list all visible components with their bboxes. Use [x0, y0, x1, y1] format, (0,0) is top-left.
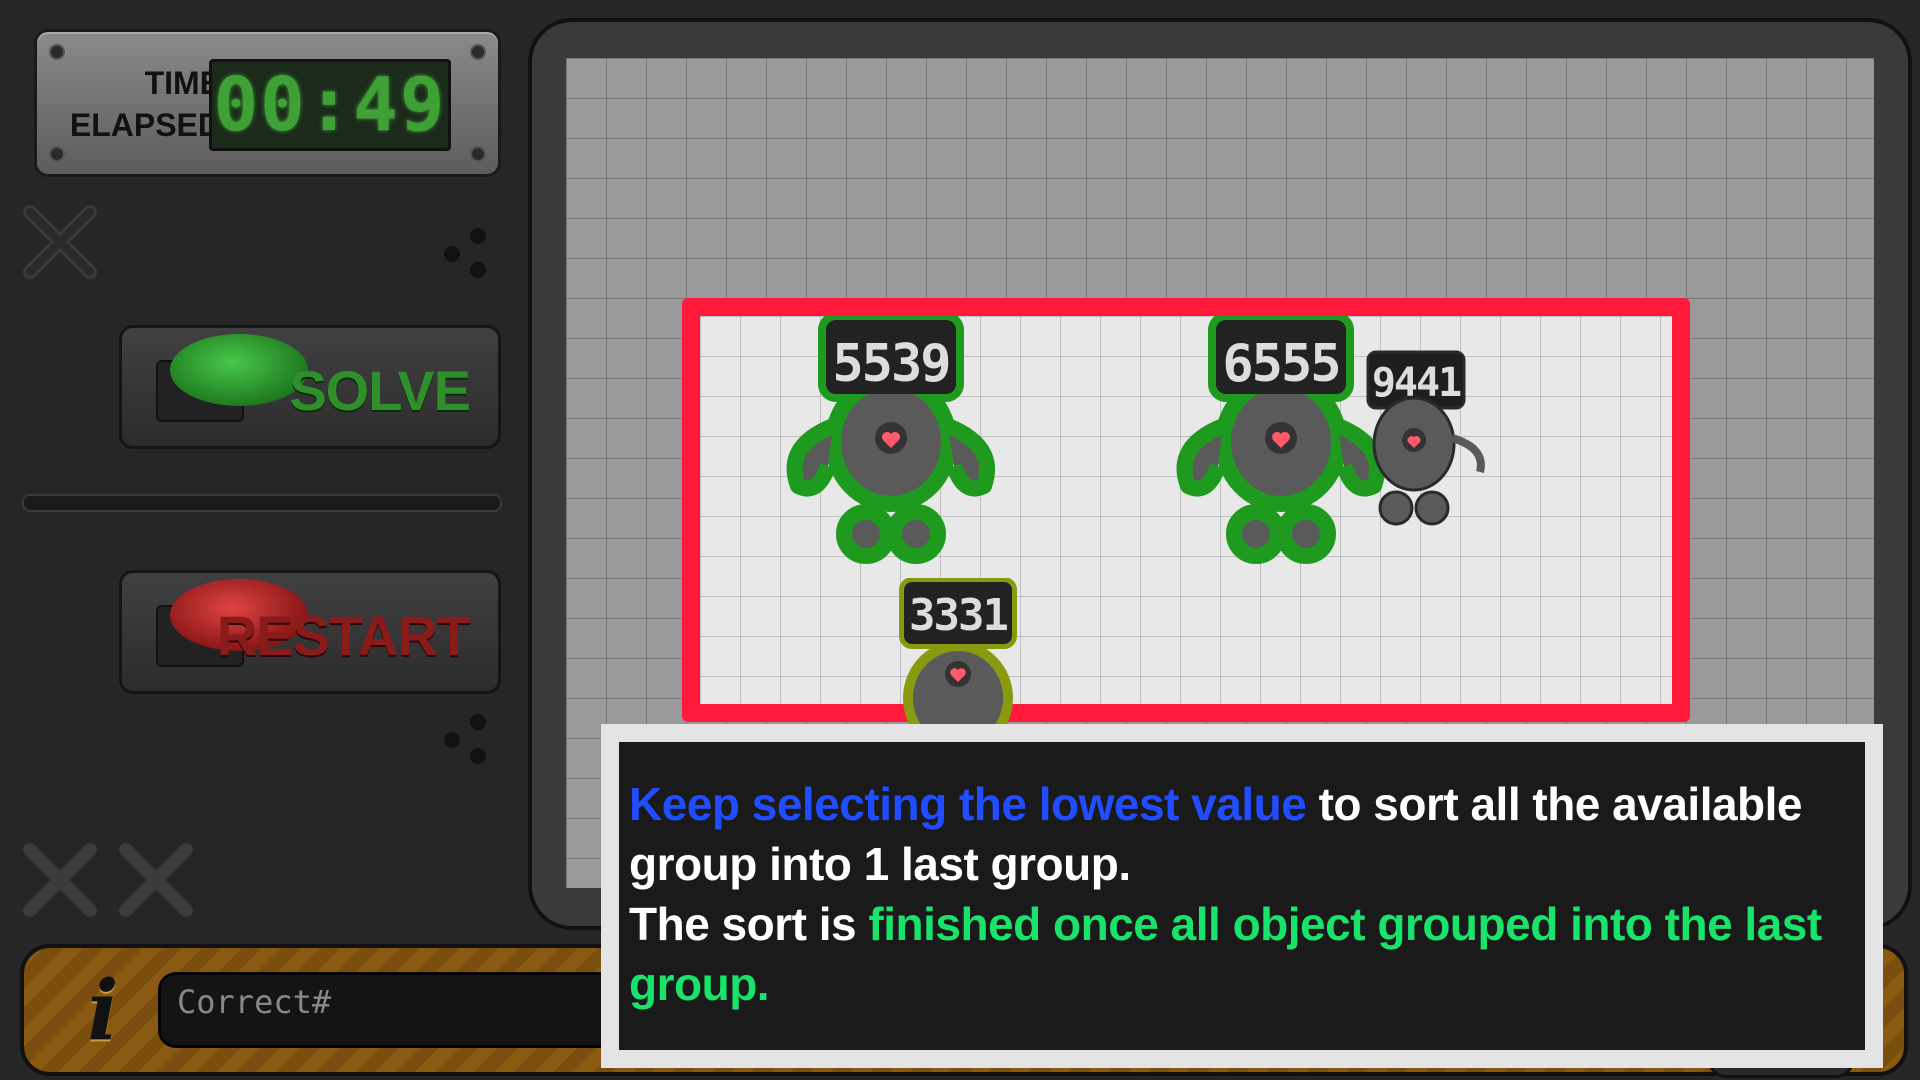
green-button-cap	[170, 334, 308, 406]
timer-label: TIME ELAPSED	[51, 62, 221, 146]
restart-label: RESTART	[216, 604, 471, 667]
robot-9441[interactable]: 9441	[1356, 348, 1496, 538]
divider	[22, 494, 502, 512]
timer-label-line1: TIME	[144, 65, 221, 101]
tutorial-text: Keep selecting the lowest value to sort …	[619, 742, 1865, 1050]
screw	[49, 146, 65, 162]
close-x-icon	[23, 205, 97, 279]
screw	[470, 146, 486, 162]
screw	[49, 44, 65, 60]
robot-value: 9441	[1371, 360, 1462, 406]
solve-button[interactable]: SOLVE	[119, 325, 501, 449]
solve-label: SOLVE	[289, 359, 471, 422]
strike-x-icon	[119, 843, 193, 917]
dots-icon	[444, 714, 486, 764]
robot-5539[interactable]: 5539	[778, 312, 1004, 566]
timer-display: 00:49	[209, 59, 451, 151]
tutorial-highlight-blue: Keep selecting the lowest value	[629, 778, 1307, 830]
strike-x-icon	[23, 843, 97, 917]
robot-value: 3331	[909, 590, 1009, 641]
restart-button[interactable]: RESTART	[119, 570, 501, 694]
button-base	[156, 334, 308, 422]
status-text: Correct#	[177, 983, 332, 1021]
tutorial-text-part2: The sort is	[629, 898, 869, 950]
tutorial-overlay[interactable]: Keep selecting the lowest value to sort …	[601, 724, 1883, 1068]
timer-label-line2: ELAPSED	[69, 107, 221, 143]
robot-value: 5539	[832, 334, 951, 394]
info-icon[interactable]: i	[68, 966, 138, 1056]
screw	[470, 44, 486, 60]
timer-panel: TIME ELAPSED 00:49	[34, 29, 501, 177]
dots-icon	[444, 228, 486, 278]
